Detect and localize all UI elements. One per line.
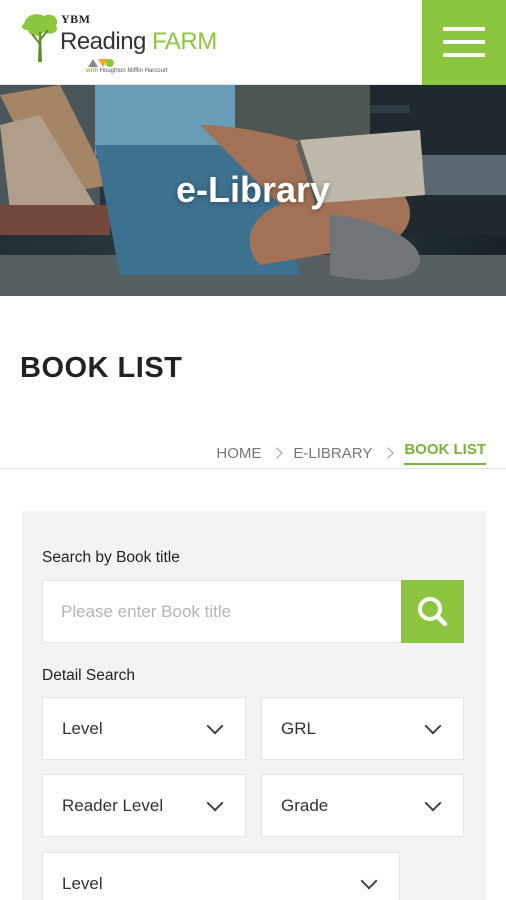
- logo-title: Reading FARM: [60, 28, 217, 56]
- menu-button[interactable]: [422, 0, 506, 85]
- chevron-down-icon: [360, 872, 378, 890]
- breadcrumb-e-library[interactable]: E-LIBRARY: [293, 445, 372, 462]
- logo-title-reading: Reading: [60, 28, 146, 55]
- chevron-right-icon: [271, 447, 284, 459]
- chevron-down-icon: [424, 794, 442, 812]
- grade-select-value: Grade: [281, 796, 329, 815]
- tree-logo-icon: [21, 14, 58, 62]
- chevron-down-icon: [424, 717, 442, 735]
- chevron-down-icon: [206, 717, 224, 735]
- hamburger-icon-line: [443, 53, 485, 57]
- reading-farm-logo[interactable]: YBM Reading FARM with Houghton Mifflin H…: [20, 8, 220, 80]
- level-select-value: Level: [62, 719, 103, 738]
- hero-title: e-Library: [175, 169, 331, 210]
- search-icon: [418, 597, 448, 627]
- hamburger-icon-line: [443, 40, 485, 44]
- reader-level-select-value: Reader Level: [62, 796, 164, 815]
- logo-brand: YBM: [61, 12, 91, 26]
- app-header: YBM Reading FARM with Houghton Mifflin H…: [0, 0, 506, 85]
- book-title-search-input[interactable]: Please enter Book title: [42, 580, 402, 643]
- breadcrumb-home[interactable]: HOME: [216, 445, 261, 462]
- level-select-2-value: Level: [62, 874, 103, 893]
- level-select[interactable]: Level: [42, 697, 246, 760]
- logo-partner: with Houghton Mifflin Harcourt: [86, 68, 168, 74]
- chevron-down-icon: [206, 794, 224, 812]
- logo-shapes-icon: [88, 59, 114, 67]
- search-button[interactable]: [401, 580, 464, 643]
- logo-with: with: [86, 68, 98, 74]
- hamburger-icon-line: [443, 27, 485, 31]
- grl-select[interactable]: GRL: [261, 697, 464, 760]
- grl-select-value: GRL: [281, 719, 316, 738]
- breadcrumb: HOME E-LIBRARY BOOK LIST: [0, 437, 506, 469]
- detail-search-label: Detail Search: [42, 667, 136, 684]
- breadcrumb-row: HOME E-LIBRARY BOOK LIST: [216, 441, 486, 465]
- breadcrumb-book-list[interactable]: BOOK LIST: [404, 441, 486, 465]
- search-title-label: Search by Book title: [42, 549, 180, 566]
- search-panel: Search by Book title Please enter Book t…: [22, 511, 486, 900]
- level-select-2[interactable]: Level: [42, 852, 400, 900]
- logo-title-farm: FARM: [152, 28, 217, 55]
- reader-level-select[interactable]: Reader Level: [42, 774, 246, 837]
- chevron-right-icon: [382, 447, 394, 459]
- logo-partner-name: Houghton Mifflin Harcourt: [99, 68, 168, 74]
- page-title: BOOK LIST: [20, 352, 183, 384]
- grade-select[interactable]: Grade: [261, 774, 464, 837]
- hero-banner: e-Library: [0, 85, 506, 296]
